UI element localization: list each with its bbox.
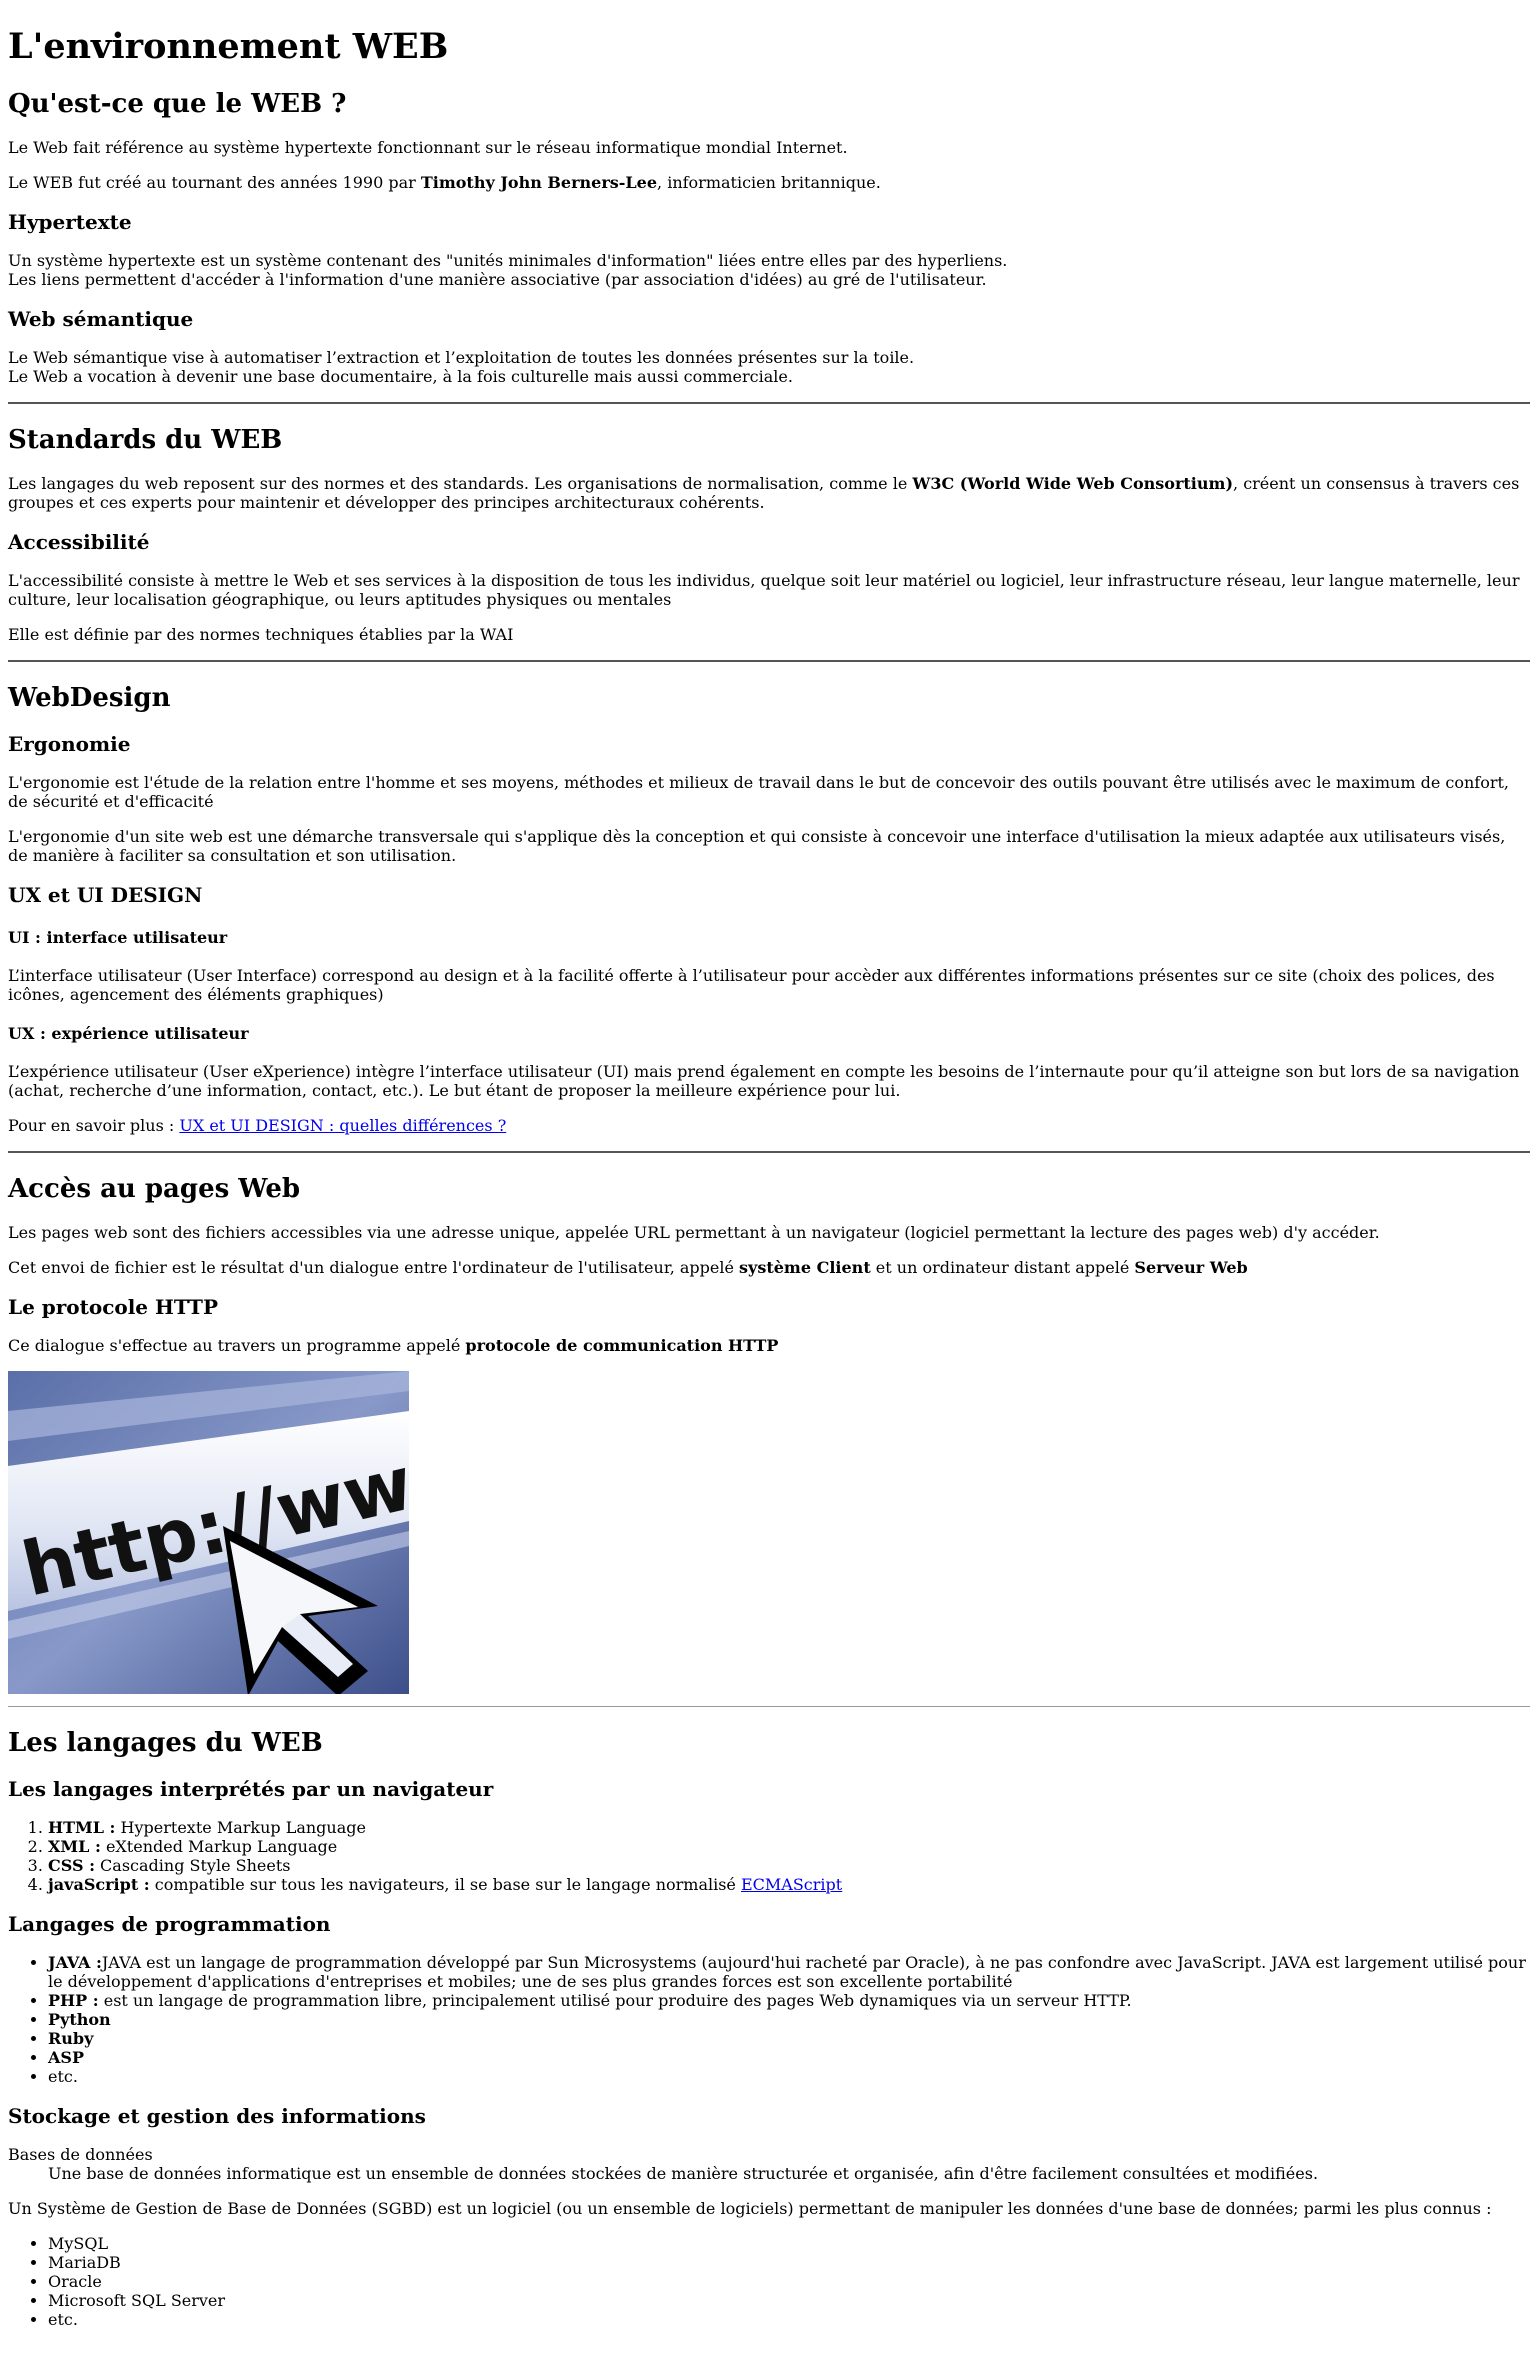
- section-divider: [8, 1706, 1530, 1707]
- list-item: PHP : est un langage de programmation li…: [48, 1991, 1530, 2010]
- section-heading-web: Qu'est-ce que le WEB ?: [8, 89, 347, 119]
- heading-ergonomie: Ergonomie: [8, 732, 131, 756]
- ux-paragraph: L’expérience utilisateur (User eXperienc…: [8, 1062, 1520, 1100]
- section-heading-langages: Les langages du WEB: [8, 1728, 323, 1758]
- hypertexte-paragraph: Un système hypertexte est un système con…: [8, 251, 1008, 289]
- db-definition-text: Une base de données informatique est un …: [48, 2164, 1319, 2183]
- server-term: Serveur Web: [1134, 1258, 1248, 1277]
- http-paragraph: Ce dialogue s'effectue au travers un pro…: [8, 1336, 779, 1355]
- web-creator-paragraph: Le WEB fut créé au tournant des années 1…: [8, 173, 881, 192]
- list-item: HTML : Hypertexte Markup Language: [48, 1818, 1530, 1837]
- list-item: ASP: [48, 2048, 1530, 2067]
- list-item: Python: [48, 2010, 1530, 2029]
- interpreted-languages-list: HTML : Hypertexte Markup Language XML : …: [8, 1818, 1530, 1894]
- heading-hypertexte: Hypertexte: [8, 210, 132, 234]
- more-info-paragraph: Pour en savoir plus : UX et UI DESIGN : …: [8, 1116, 507, 1135]
- heading-ux: UX : expérience utilisateur: [8, 1024, 249, 1043]
- section-heading-acces: Accès au pages Web: [8, 1174, 301, 1204]
- section-heading-webdesign: WebDesign: [8, 683, 171, 713]
- page-title: L'environnement WEB: [8, 26, 449, 67]
- w3c-name: W3C (World Wide Web Consortium): [912, 474, 1234, 493]
- http-term: protocole de communication HTTP: [465, 1336, 779, 1355]
- heading-protocole-http: Le protocole HTTP: [8, 1295, 218, 1319]
- sgbd-paragraph: Un Système de Gestion de Base de Données…: [8, 2199, 1492, 2218]
- ui-paragraph: L’interface utilisateur (User Interface)…: [8, 966, 1495, 1004]
- section-divider: [8, 402, 1530, 404]
- section-heading-standards: Standards du WEB: [8, 425, 283, 455]
- list-item: etc.: [48, 2310, 1530, 2329]
- database-definition: Bases de données Une base de données inf…: [8, 2145, 1530, 2183]
- heading-web-semantique: Web sémantique: [8, 307, 194, 331]
- heading-accessibilite: Accessibilité: [8, 530, 150, 554]
- list-item: XML : eXtended Markup Language: [48, 1837, 1530, 1856]
- db-term: Bases de données: [8, 2145, 153, 2164]
- list-item: Microsoft SQL Server: [48, 2291, 1530, 2310]
- list-item: MySQL: [48, 2234, 1530, 2253]
- ecmascript-link[interactable]: ECMAScript: [741, 1875, 842, 1894]
- wai-paragraph: Elle est définie par des normes techniqu…: [8, 625, 514, 644]
- heading-langages-interpretes: Les langages interprétés par un navigate…: [8, 1777, 494, 1801]
- ergonomie-paragraph-2: L'ergonomie d'un site web est une démarc…: [8, 827, 1506, 865]
- programming-languages-list: JAVA :JAVA est un langage de programmati…: [8, 1953, 1530, 2086]
- heading-stockage: Stockage et gestion des informations: [8, 2104, 426, 2128]
- list-item: Oracle: [48, 2272, 1530, 2291]
- section-divider: [8, 660, 1530, 662]
- ergonomie-paragraph-1: L'ergonomie est l'étude de la relation e…: [8, 773, 1510, 811]
- list-item: etc.: [48, 2067, 1530, 2086]
- list-item: CSS : Cascading Style Sheets: [48, 1856, 1530, 1875]
- client-server-paragraph: Cet envoi de fichier est le résultat d'u…: [8, 1258, 1248, 1277]
- list-item: JAVA :JAVA est un langage de programmati…: [48, 1953, 1530, 1991]
- heading-langages-programmation: Langages de programmation: [8, 1912, 331, 1936]
- web-definition: Le Web fait référence au système hyperte…: [8, 138, 848, 157]
- standards-paragraph: Les langages du web reposent sur des nor…: [8, 474, 1520, 512]
- ux-ui-link[interactable]: UX et UI DESIGN : quelles différences ?: [179, 1116, 506, 1135]
- section-divider: [8, 1151, 1530, 1153]
- url-paragraph: Les pages web sont des fichiers accessib…: [8, 1223, 1380, 1242]
- list-item: Ruby: [48, 2029, 1530, 2048]
- semantique-paragraph: Le Web sémantique vise à automatiser l’e…: [8, 348, 915, 386]
- heading-ui: UI : interface utilisateur: [8, 928, 228, 947]
- creator-name: Timothy John Berners-Lee: [420, 173, 658, 192]
- list-item: MariaDB: [48, 2253, 1530, 2272]
- accessibilite-paragraph: L'accessibilité consiste à mettre le Web…: [8, 571, 1520, 609]
- http-illustration: http://www: [8, 1371, 409, 1694]
- heading-ux-ui: UX et UI DESIGN: [8, 883, 203, 907]
- client-term: système Client: [739, 1258, 871, 1277]
- list-item: javaScript : compatible sur tous les nav…: [48, 1875, 1530, 1894]
- sgbd-list: MySQL MariaDB Oracle Microsoft SQL Serve…: [8, 2234, 1530, 2329]
